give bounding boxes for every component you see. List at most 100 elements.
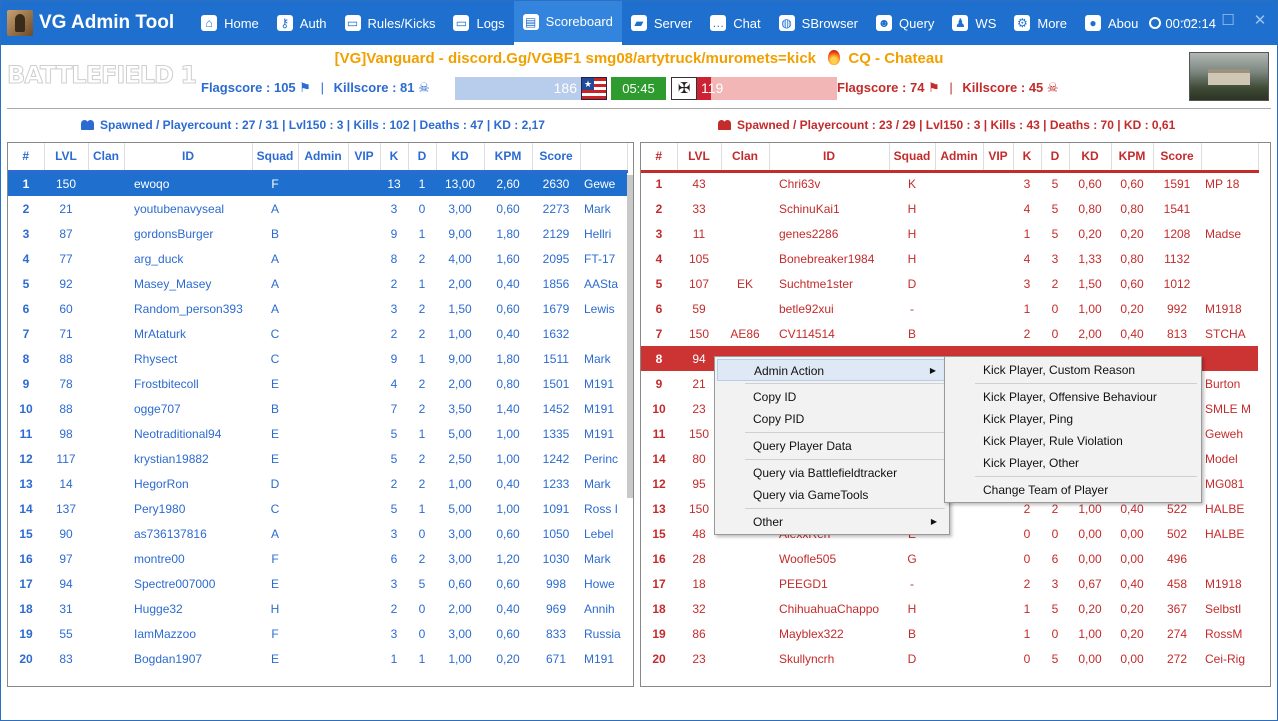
column-header[interactable]: ID — [124, 143, 253, 173]
column-header[interactable]: D — [408, 143, 437, 173]
nav-logs[interactable]: ▭ Logs — [444, 1, 513, 45]
close-button[interactable]: ✕ — [1245, 9, 1275, 33]
table-row[interactable]: 3 11 genes2286 H 1 5 0,20 0,20 1208 Madse — [641, 221, 1258, 246]
table-row[interactable]: 6 59 betle92xui - 1 0 1,00 0,20 992 M1918 — [641, 296, 1258, 321]
cell — [348, 546, 380, 571]
menu-item-query-via-battlefieldtracker[interactable]: Query via Battlefieldtracker — [717, 462, 947, 484]
column-header[interactable]: Squad — [252, 143, 299, 173]
cell: 671 — [545, 651, 567, 666]
table-row[interactable]: 12 117 krystian19882 E 5 2 2,50 1,00 1242 Perinc — [8, 446, 627, 471]
table-row[interactable]: 7 71 MrAtaturk C 2 2 1,00 0,40 1632 — [8, 321, 627, 346]
submenu-item-change-team-of-player[interactable]: Change Team of Player — [947, 479, 1199, 501]
menu-item-copy-id[interactable]: Copy ID — [717, 386, 947, 408]
column-header[interactable]: Squad — [889, 143, 936, 173]
table-row[interactable]: 5 107 EK Suchtme1ster D 3 2 1,50 0,60 1012 — [641, 271, 1258, 296]
nav-sbrowser[interactable]: ◍ SBrowser — [770, 1, 867, 45]
app-title: VG Admin Tool — [39, 12, 175, 33]
column-header[interactable]: D — [1041, 143, 1070, 173]
table-row[interactable]: 14 137 Pery1980 C 5 1 5,00 1,00 1091 Ross I — [8, 496, 627, 521]
menu-item-copy-pid[interactable]: Copy PID — [717, 408, 947, 430]
nav-query[interactable]: ☻ Query — [867, 1, 943, 45]
minimize-button[interactable]: — — [1173, 9, 1203, 33]
column-header[interactable]: K — [1013, 143, 1042, 173]
menu-item-query-player-data[interactable]: Query Player Data — [717, 435, 947, 457]
scrollbar[interactable] — [627, 175, 633, 498]
table-row[interactable]: 8 88 Rhysect C 9 1 9,00 1,80 1511 Mark — [8, 346, 627, 371]
column-header[interactable] — [1201, 143, 1259, 173]
cell: 2273 — [542, 201, 570, 216]
nav-ws[interactable]: ♟ WS — [943, 1, 1005, 45]
column-header[interactable]: KD — [436, 143, 485, 173]
table-row[interactable]: 18 31 Hugge32 H 2 0 2,00 0,40 969 Annih — [8, 596, 627, 621]
column-header[interactable]: Admin — [298, 143, 349, 173]
table-row[interactable]: 16 28 Woofle505 G 0 6 0,00 0,00 496 — [641, 546, 1258, 571]
menu-item-query-via-gametools[interactable]: Query via GameTools — [717, 484, 947, 506]
menu-item-admin-action[interactable]: Admin Action ▶ — [717, 359, 947, 381]
cell: 1591 — [1163, 177, 1191, 192]
table-row[interactable]: 1 150 ewoqo F 13 1 13,00 2,60 2630 Gewe — [8, 171, 627, 196]
table-row[interactable]: 20 83 Bogdan1907 E 1 1 1,00 0,20 671 M191 — [8, 646, 627, 671]
table-row[interactable]: 1 43 Chri63v K 3 5 0,60 0,60 1591 MP 18 — [641, 171, 1258, 196]
table-row[interactable]: 19 86 Mayblex322 B 1 0 1,00 0,20 274 RossM — [641, 621, 1258, 646]
column-header[interactable]: K — [380, 143, 409, 173]
column-header[interactable]: VIP — [983, 143, 1014, 173]
column-header[interactable]: ID — [769, 143, 890, 173]
cell: 88 — [59, 351, 73, 366]
table-row[interactable]: 3 87 gordonsBurger B 9 1 9,00 1,80 2129 Hellri — [8, 221, 627, 246]
submenu-item-kick-player-other[interactable]: Kick Player, Other — [947, 452, 1199, 474]
column-header[interactable]: Clan — [88, 143, 125, 173]
table-row[interactable]: 19 55 IamMazzoo F 3 0 3,00 0,60 833 Russia — [8, 621, 627, 646]
nav-chat[interactable]: … Chat — [701, 1, 769, 45]
column-header[interactable] — [580, 143, 628, 173]
table-row[interactable]: 18 32 ChihuahuaChappo H 1 5 0,20 0,20 367 Selbstl — [641, 596, 1258, 621]
table-row[interactable]: 15 90 as736137816 A 3 0 3,00 0,60 1050 Lebel — [8, 521, 627, 546]
column-header[interactable]: Admin — [935, 143, 984, 173]
table-row[interactable]: 5 92 Masey_Masey A 2 1 2,00 0,40 1856 AASta — [8, 271, 627, 296]
column-header[interactable]: LVL — [677, 143, 722, 173]
column-header[interactable]: VIP — [348, 143, 381, 173]
table-row[interactable]: 6 60 Random_person393 A 3 2 1,50 0,60 1679 Lewis — [8, 296, 627, 321]
table-row[interactable]: 13 14 HegorRon D 2 2 1,00 0,40 1233 Mark — [8, 471, 627, 496]
column-header[interactable]: # — [641, 143, 678, 173]
column-header[interactable]: Score — [532, 143, 581, 173]
table-row[interactable]: 10 88 ogge707 B 7 2 3,50 1,40 1452 M191 — [8, 396, 627, 421]
column-header[interactable]: Score — [1153, 143, 1202, 173]
column-header[interactable]: KPM — [1111, 143, 1154, 173]
cell: M191 — [584, 426, 615, 441]
nav-rules-kicks[interactable]: ▭ Rules/Kicks — [336, 1, 445, 45]
column-header[interactable]: KD — [1069, 143, 1112, 173]
column-header[interactable]: KPM — [484, 143, 533, 173]
table-row[interactable]: 17 18 PEEGD1 - 2 3 0,67 0,40 458 M1918 — [641, 571, 1258, 596]
menu-separator — [745, 383, 945, 384]
table-row[interactable]: 4 77 arg_duck A 8 2 4,00 1,60 2095 FT-17 — [8, 246, 627, 271]
table-row[interactable]: 9 78 Frostbitecoll E 4 2 2,00 0,80 1501 M191 — [8, 371, 627, 396]
column-header[interactable]: # — [8, 143, 45, 173]
cell — [935, 271, 983, 296]
table-row[interactable]: 17 94 Spectre007000 E 3 5 0,60 0,60 998 Howe — [8, 571, 627, 596]
submenu-item-kick-player-rule-violation[interactable]: Kick Player, Rule Violation — [947, 430, 1199, 452]
column-header[interactable]: Clan — [721, 143, 770, 173]
table-row[interactable]: 16 97 montre00 F 6 2 3,00 1,20 1030 Mark — [8, 546, 627, 571]
table-row[interactable]: 4 105 Bonebreaker1984 H 4 3 1,33 0,80 1132 — [641, 246, 1258, 271]
germany-flag-icon: ✠ — [671, 77, 697, 100]
submenu-item-kick-player-ping[interactable]: Kick Player, Ping — [947, 408, 1199, 430]
menu-item-other[interactable]: Other ▶ — [717, 511, 947, 533]
cell — [348, 271, 380, 296]
nav-home[interactable]: ⌂ Home — [192, 1, 268, 45]
table-row[interactable]: 11 98 Neotraditional94 E 5 1 5,00 1,00 1335 M191 — [8, 421, 627, 446]
table-row[interactable]: 2 33 SchinuKai1 H 4 5 0,80 0,80 1541 — [641, 196, 1258, 221]
nav-scoreboard[interactable]: ▤ Scoreboard — [513, 1, 622, 45]
submenu-item-kick-player-custom-reason[interactable]: Kick Player, Custom Reason — [947, 359, 1199, 381]
maximize-button[interactable]: ☐ — [1213, 9, 1243, 33]
cell — [935, 596, 983, 621]
table-row[interactable]: 7 150 AE86 CV114514 B 2 0 2,00 0,40 813 STCHA — [641, 321, 1258, 346]
column-header[interactable]: LVL — [44, 143, 89, 173]
nav-server[interactable]: ▰ Server — [622, 1, 701, 45]
nav-auth[interactable]: ⚷ Auth — [268, 1, 336, 45]
nav-abou[interactable]: ● Abou — [1076, 1, 1147, 45]
cell: 8 — [390, 251, 398, 266]
nav-more[interactable]: ⚙ More — [1005, 1, 1076, 45]
table-row[interactable]: 2 21 youtubenavyseal A 3 0 3,00 0,60 2273 Mark — [8, 196, 627, 221]
table-row[interactable]: 20 23 Skullyncrh D 0 5 0,00 0,00 272 Cei-Rig — [641, 646, 1258, 671]
submenu-item-kick-player-offensive-behaviour[interactable]: Kick Player, Offensive Behaviour — [947, 386, 1199, 408]
